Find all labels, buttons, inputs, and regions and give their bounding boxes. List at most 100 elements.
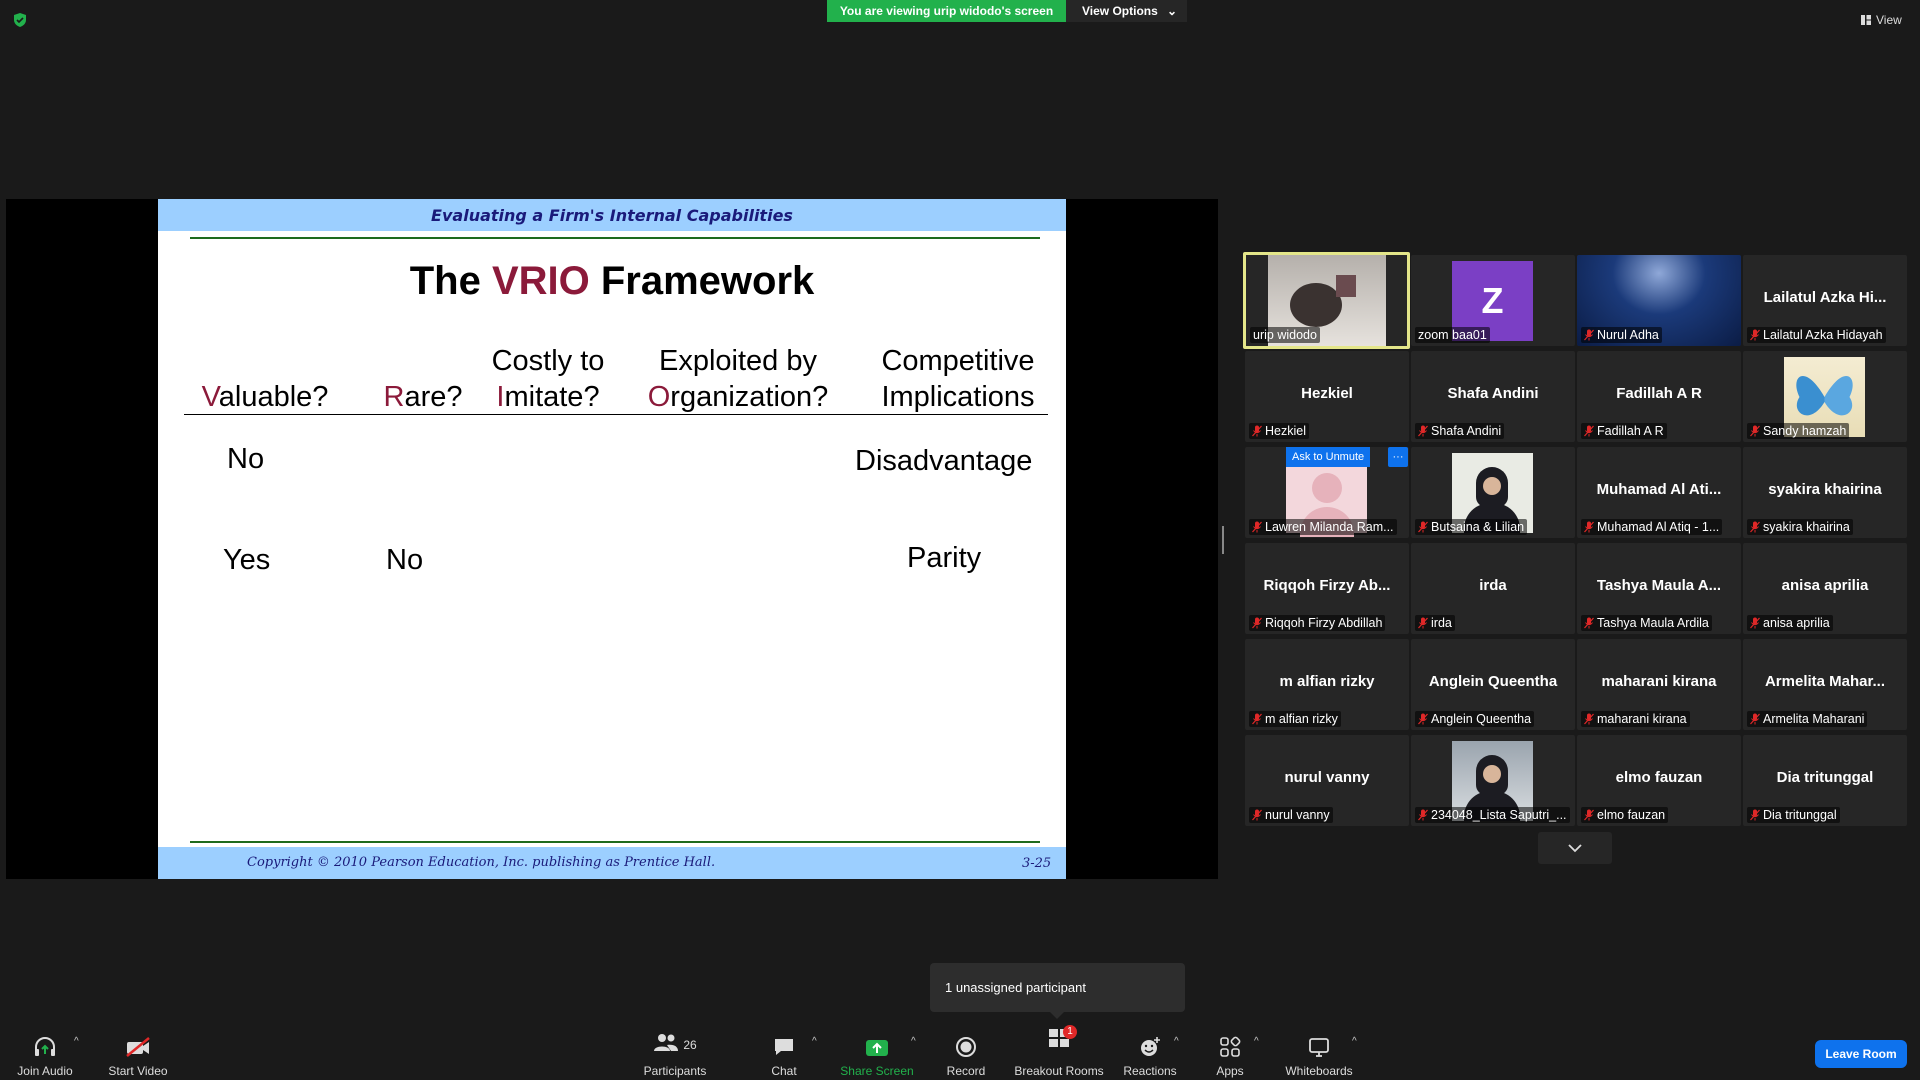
participant-display-name: Dia tritunggal	[1776, 769, 1874, 786]
participant-name-label: anisa aprilia	[1747, 615, 1833, 631]
participant-name-label: Tashya Maula Ardila	[1581, 615, 1712, 631]
column-header-implications: Competitive Implications	[881, 345, 1035, 413]
smiley-plus-icon	[1141, 1037, 1160, 1056]
column-header-exploited: Exploited by Organization?	[647, 345, 829, 413]
muted-microphone-icon	[1418, 425, 1428, 437]
security-shield-icon[interactable]	[12, 12, 28, 28]
participant-tile[interactable]: Riqqoh Firzy Ab... Riqqoh Firzy Abdillah	[1245, 543, 1409, 634]
participant-tile[interactable]: Muhamad Al Ati... Muhamad Al Atiq - 1...	[1577, 447, 1741, 538]
muted-microphone-icon	[1252, 425, 1262, 437]
participant-name-label: Muhamad Al Atiq - 1...	[1581, 519, 1723, 535]
headphones-icon	[35, 1037, 55, 1056]
row1-implication: Disadvantage	[855, 445, 1033, 477]
leave-room-button[interactable]: Leave Room	[1815, 1040, 1907, 1068]
participant-name-label: Butsaina & Lilian	[1415, 519, 1528, 535]
participant-tile[interactable]: nurul vanny nurul vanny	[1245, 735, 1409, 826]
record-button[interactable]: Record	[940, 1030, 992, 1078]
participant-display-name: irda	[1479, 577, 1507, 594]
participant-tile[interactable]: syakira khairina syakira khairina	[1743, 447, 1907, 538]
breakout-rooms-button[interactable]: 1 Breakout Rooms	[1012, 1025, 1106, 1078]
participant-tile[interactable]: Lailatul Azka Hi... Lailatul Azka Hidayah	[1743, 255, 1907, 346]
slide-title: The VRIO Framework	[409, 259, 815, 303]
participant-tile[interactable]: anisa aprilia anisa aprilia	[1743, 543, 1907, 634]
participant-tile[interactable]: urip widodo	[1243, 252, 1410, 349]
join-audio-button[interactable]: Join Audio	[14, 1030, 76, 1078]
participant-name-label: nurul vanny	[1249, 807, 1333, 823]
muted-microphone-icon	[1252, 713, 1262, 725]
slide-footer: Copyright © 2010 Pearson Education, Inc.…	[158, 847, 1066, 879]
participant-tile[interactable]: Dia tritunggal Dia tritunggal	[1743, 735, 1907, 826]
participants-label: Participants	[643, 1064, 707, 1078]
participant-tile[interactable]: Fadillah A R Fadillah A R	[1577, 351, 1741, 442]
apps-options-caret-icon[interactable]: ^	[1254, 1036, 1259, 1047]
breakout-notification-badge: 1	[1063, 1025, 1077, 1039]
participant-name-label: Lawren Milanda Ram...	[1249, 519, 1397, 535]
participant-display-name: syakira khairina	[1768, 481, 1882, 498]
column-header-costly: Costly to Imitate?	[491, 345, 605, 413]
apps-label: Apps	[1216, 1064, 1244, 1078]
reactions-button[interactable]: Reactions	[1123, 1030, 1177, 1078]
participant-display-name: nurul vanny	[1284, 769, 1370, 786]
participant-display-name: Muhamad Al Ati...	[1596, 481, 1722, 498]
participant-tile[interactable]: Ask to Unmute ··· Lawren Milanda Ram...	[1245, 447, 1409, 538]
participant-name-label: Fadillah A R	[1581, 423, 1667, 439]
participant-tile[interactable]: maharani kirana maharani kirana	[1577, 639, 1741, 730]
participant-name-label: Sandy hamzah	[1747, 423, 1850, 439]
chat-options-caret-icon[interactable]: ^	[812, 1036, 817, 1047]
meeting-toolbar: Join Audio ^ Start Video 26 Participants…	[0, 1020, 1920, 1080]
share-screen-icon	[866, 1040, 888, 1056]
participant-tile[interactable]: Butsaina & Lilian	[1411, 447, 1575, 538]
row2-implication: Parity	[907, 542, 982, 574]
participants-icon	[654, 1034, 679, 1051]
view-options-button[interactable]: View Options ⌄	[1066, 0, 1187, 22]
participant-display-name: elmo fauzan	[1615, 769, 1703, 786]
whiteboards-button[interactable]: Whiteboards	[1282, 1030, 1356, 1078]
muted-microphone-icon	[1418, 713, 1428, 725]
more-options-button[interactable]: ···	[1388, 447, 1408, 467]
view-options-label: View Options	[1082, 4, 1158, 18]
chat-button[interactable]: Chat	[760, 1030, 808, 1078]
participant-tile[interactable]: Armelita Mahar... Armelita Maharani	[1743, 639, 1907, 730]
whiteboards-label: Whiteboards	[1285, 1064, 1353, 1078]
participant-tile[interactable]: Zzoom baa01	[1411, 255, 1575, 346]
participant-tile[interactable]: elmo fauzan elmo fauzan	[1577, 735, 1741, 826]
share-options-caret-icon[interactable]: ^	[911, 1036, 916, 1047]
ask-to-unmute-button[interactable]: Ask to Unmute	[1286, 447, 1371, 467]
participant-tile[interactable]: 234048_Lista Saputri_...	[1411, 735, 1575, 826]
row2-rare: No	[386, 544, 424, 576]
participant-display-name: Tashya Maula A...	[1596, 577, 1722, 594]
audio-options-caret-icon[interactable]: ^	[74, 1036, 79, 1047]
participant-tile[interactable]: Shafa Andini Shafa Andini	[1411, 351, 1575, 442]
participant-tile[interactable]: Nurul Adha	[1577, 255, 1741, 346]
participant-display-name: anisa aprilia	[1781, 577, 1869, 594]
participant-display-name: m alfian rizky	[1279, 673, 1375, 690]
grid-view-icon	[1861, 15, 1871, 25]
participant-tile[interactable]: Anglein Queentha Anglein Queentha	[1411, 639, 1575, 730]
muted-microphone-icon	[1252, 809, 1262, 821]
participant-tile[interactable]: Tashya Maula A... Tashya Maula Ardila	[1577, 543, 1741, 634]
panel-resize-handle[interactable]	[1222, 526, 1224, 554]
gallery-scroll-down-button[interactable]	[1538, 832, 1612, 864]
share-screen-button[interactable]: Share Screen	[838, 1030, 916, 1078]
participant-name-label: Armelita Maharani	[1747, 711, 1868, 727]
participant-name-label: maharani kirana	[1581, 711, 1690, 727]
participants-button[interactable]: 26 Participants	[640, 1030, 710, 1078]
whiteboards-options-caret-icon[interactable]: ^	[1352, 1036, 1357, 1047]
apps-button[interactable]: Apps	[1210, 1030, 1250, 1078]
participant-name-label: zoom baa01	[1415, 327, 1490, 343]
muted-microphone-icon	[1750, 713, 1760, 725]
unassigned-participant-toast[interactable]: 1 unassigned participant	[930, 963, 1185, 1019]
view-button[interactable]: View	[1860, 10, 1902, 30]
participant-tile[interactable]: Hezkiel Hezkiel	[1245, 351, 1409, 442]
muted-microphone-icon	[1584, 617, 1594, 629]
participant-tile[interactable]: irda irda	[1411, 543, 1575, 634]
start-video-button[interactable]: Start Video	[106, 1030, 170, 1078]
participant-tile[interactable]: Sandy hamzah	[1743, 351, 1907, 442]
participant-name-label: 234048_Lista Saputri_...	[1415, 807, 1570, 823]
participant-name-label: Hezkiel	[1249, 423, 1309, 439]
participant-tile[interactable]: m alfian rizky m alfian rizky	[1245, 639, 1409, 730]
reactions-options-caret-icon[interactable]: ^	[1174, 1036, 1179, 1047]
participant-name-label: irda	[1415, 615, 1455, 631]
participant-display-name: Anglein Queentha	[1428, 673, 1558, 690]
participant-display-name: Armelita Mahar...	[1764, 673, 1886, 690]
